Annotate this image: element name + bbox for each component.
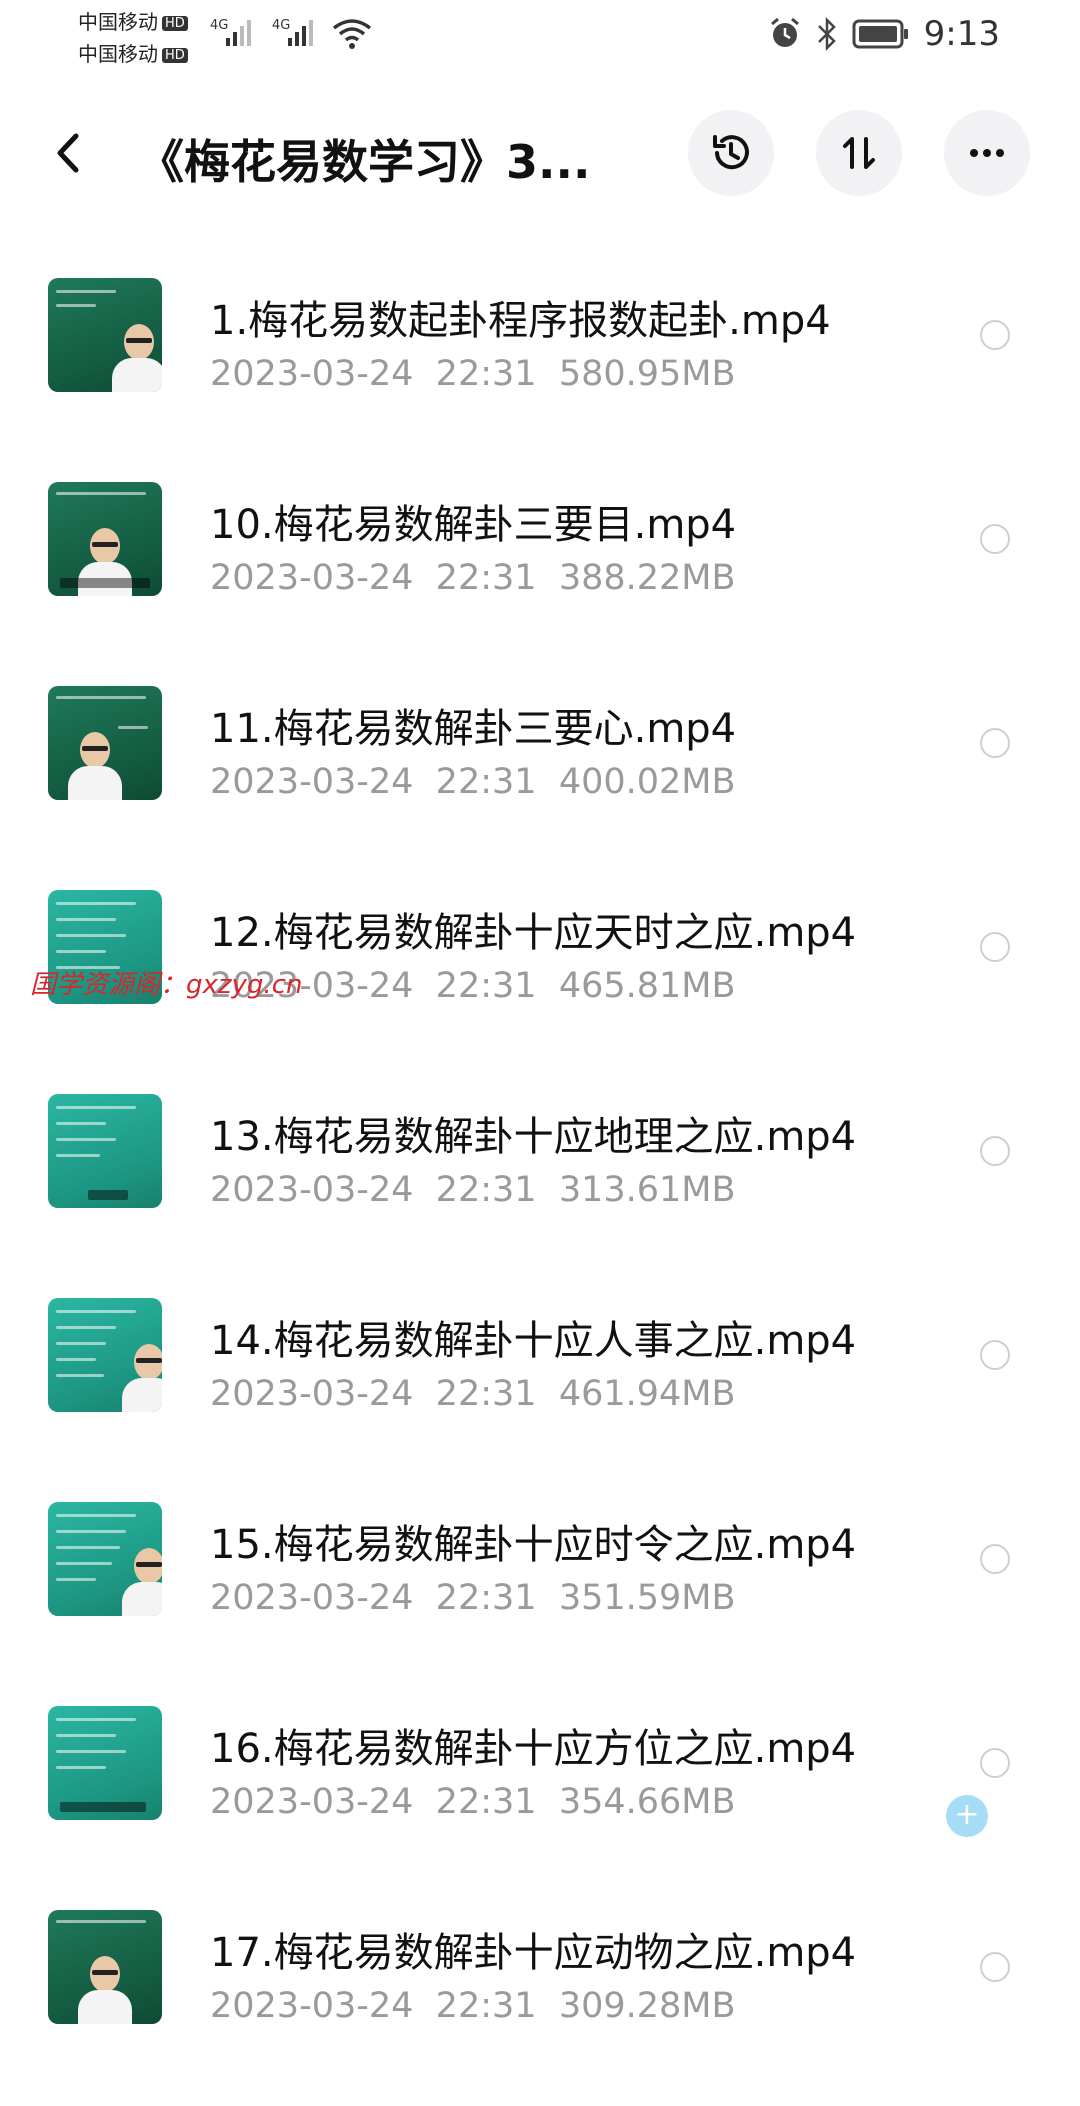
select-radio[interactable]: [980, 1340, 1010, 1370]
file-meta: 2023-03-24 22:31 351.59MB: [210, 1578, 736, 1618]
history-button[interactable]: [688, 110, 774, 196]
video-thumbnail: [48, 482, 162, 596]
file-meta: 2023-03-24 22:31 580.95MB: [210, 354, 736, 394]
signal-1-icon: [226, 18, 251, 46]
file-row[interactable]: 11.梅花易数解卦三要心.mp4 2023-03-24 22:31 400.02…: [0, 678, 1080, 882]
file-name: 13.梅花易数解卦十应地理之应.mp4: [210, 1114, 857, 1160]
file-meta: 2023-03-24 22:31 400.02MB: [210, 762, 736, 802]
bluetooth-icon: [817, 17, 836, 51]
file-name: 16.梅花易数解卦十应方位之应.mp4: [210, 1726, 857, 1772]
select-radio[interactable]: [980, 728, 1010, 758]
select-radio[interactable]: [980, 524, 1010, 554]
alarm-icon: [770, 17, 799, 47]
select-radio[interactable]: [980, 1748, 1010, 1778]
top-app-bar: 《梅花易数学习》3...: [0, 98, 1080, 208]
file-name: 15.梅花易数解卦十应时令之应.mp4: [210, 1522, 857, 1568]
video-thumbnail: [48, 686, 162, 800]
file-name: 17.梅花易数解卦十应动物之应.mp4: [210, 1930, 857, 1976]
carrier-1: 中国移动 HD: [78, 6, 188, 35]
carrier-2: 中国移动 HD: [78, 38, 188, 67]
video-thumbnail: [48, 1706, 162, 1820]
select-radio[interactable]: [980, 932, 1010, 962]
wifi-icon: [332, 19, 372, 49]
select-radio[interactable]: [980, 1544, 1010, 1574]
battery-icon: [852, 19, 908, 49]
file-name: 11.梅花易数解卦三要心.mp4: [210, 706, 737, 752]
file-row[interactable]: 1.梅花易数起卦程序报数起卦.mp4 2023-03-24 22:31 580.…: [0, 270, 1080, 474]
video-thumbnail: [48, 278, 162, 392]
more-dots-icon: [970, 149, 1004, 157]
watermark-text: 国学资源阁：gxzyg.cn: [30, 970, 303, 1000]
select-radio[interactable]: [980, 1952, 1010, 1982]
file-meta: 2023-03-24 22:31 354.66MB: [210, 1782, 736, 1822]
file-row[interactable]: 14.梅花易数解卦十应人事之应.mp4 2023-03-24 22:31 461…: [0, 1290, 1080, 1494]
page-title: 《梅花易数学习》3...: [138, 135, 591, 189]
history-icon: [713, 135, 749, 170]
status-bar: 中国移动 HD 中国移动 HD 4G 4G 9:13: [0, 0, 1080, 80]
file-row[interactable]: 13.梅花易数解卦十应地理之应.mp4 2023-03-24 22:31 313…: [0, 1086, 1080, 1290]
back-arrow-icon[interactable]: [48, 128, 88, 178]
sort-button[interactable]: [816, 110, 902, 196]
file-meta: 2023-03-24 22:31 313.61MB: [210, 1170, 736, 1210]
video-thumbnail: [48, 1094, 162, 1208]
select-radio[interactable]: [980, 1136, 1010, 1166]
sort-icon: [843, 137, 875, 169]
video-thumbnail: [48, 1298, 162, 1412]
file-row[interactable]: 17.梅花易数解卦十应动物之应.mp4 2023-03-24 22:31 309…: [0, 1902, 1080, 2106]
file-meta: 2023-03-24 22:31 388.22MB: [210, 558, 736, 598]
status-right: 9:13: [768, 14, 1000, 54]
floating-add-button[interactable]: +: [946, 1795, 988, 1837]
file-meta: 2023-03-24 22:31 309.28MB: [210, 1986, 736, 2026]
file-meta: 2023-03-24 22:31 461.94MB: [210, 1374, 736, 1414]
clock: 9:13: [923, 14, 1000, 54]
file-row[interactable]: 16.梅花易数解卦十应方位之应.mp4 2023-03-24 22:31 354…: [0, 1698, 1080, 1902]
video-thumbnail: [48, 1502, 162, 1616]
file-name: 1.梅花易数起卦程序报数起卦.mp4: [210, 298, 831, 344]
select-radio[interactable]: [980, 320, 1010, 350]
file-row[interactable]: 15.梅花易数解卦十应时令之应.mp4 2023-03-24 22:31 351…: [0, 1494, 1080, 1698]
more-button[interactable]: [944, 110, 1030, 196]
file-row[interactable]: 10.梅花易数解卦三要目.mp4 2023-03-24 22:31 388.22…: [0, 474, 1080, 678]
file-name: 10.梅花易数解卦三要目.mp4: [210, 502, 737, 548]
file-name: 12.梅花易数解卦十应天时之应.mp4: [210, 910, 857, 956]
file-name: 14.梅花易数解卦十应人事之应.mp4: [210, 1318, 857, 1364]
file-list: 1.梅花易数起卦程序报数起卦.mp4 2023-03-24 22:31 580.…: [0, 270, 1080, 2106]
video-thumbnail: [48, 1910, 162, 2024]
signal-2-icon: [288, 18, 313, 46]
